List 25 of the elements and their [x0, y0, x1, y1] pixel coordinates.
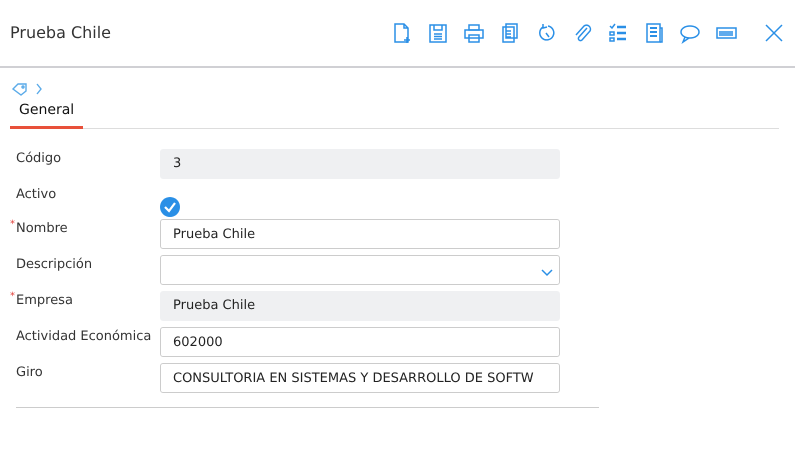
- caret-icon: [541, 269, 553, 277]
- readonly-field[interactable]: 3: [160, 149, 560, 179]
- field-label: Activo: [16, 187, 56, 202]
- chevron-right-icon[interactable]: [36, 83, 42, 95]
- field-label: Nombre: [16, 221, 68, 236]
- input-field[interactable]: 602000: [160, 327, 560, 357]
- tag-icon[interactable]: [12, 82, 28, 96]
- field-label: Código: [16, 151, 62, 166]
- input-field[interactable]: Prueba Chile: [160, 219, 560, 249]
- checkbox[interactable]: [160, 197, 180, 217]
- field-label: Empresa: [16, 293, 73, 308]
- input-field[interactable]: CONSULTORIA EN SISTEMAS Y DESARROLLO DE SOFTW: [160, 363, 560, 393]
- tab[interactable]: General: [10, 98, 84, 129]
- dropdown-field[interactable]: [160, 255, 560, 285]
- required-mark: *: [10, 218, 15, 232]
- field-label: Giro: [16, 365, 43, 380]
- readonly-field[interactable]: Prueba Chile: [160, 291, 560, 321]
- save-button[interactable]: [427, 22, 449, 44]
- close-button[interactable]: [763, 22, 785, 44]
- print-button[interactable]: [463, 22, 485, 44]
- field-label: Descripción: [16, 257, 92, 272]
- field-label: Actividad Económica: [16, 329, 152, 344]
- required-mark: *: [10, 290, 15, 304]
- window-title: Prueba Chile: [10, 22, 112, 44]
- checklist-button[interactable]: [607, 22, 629, 44]
